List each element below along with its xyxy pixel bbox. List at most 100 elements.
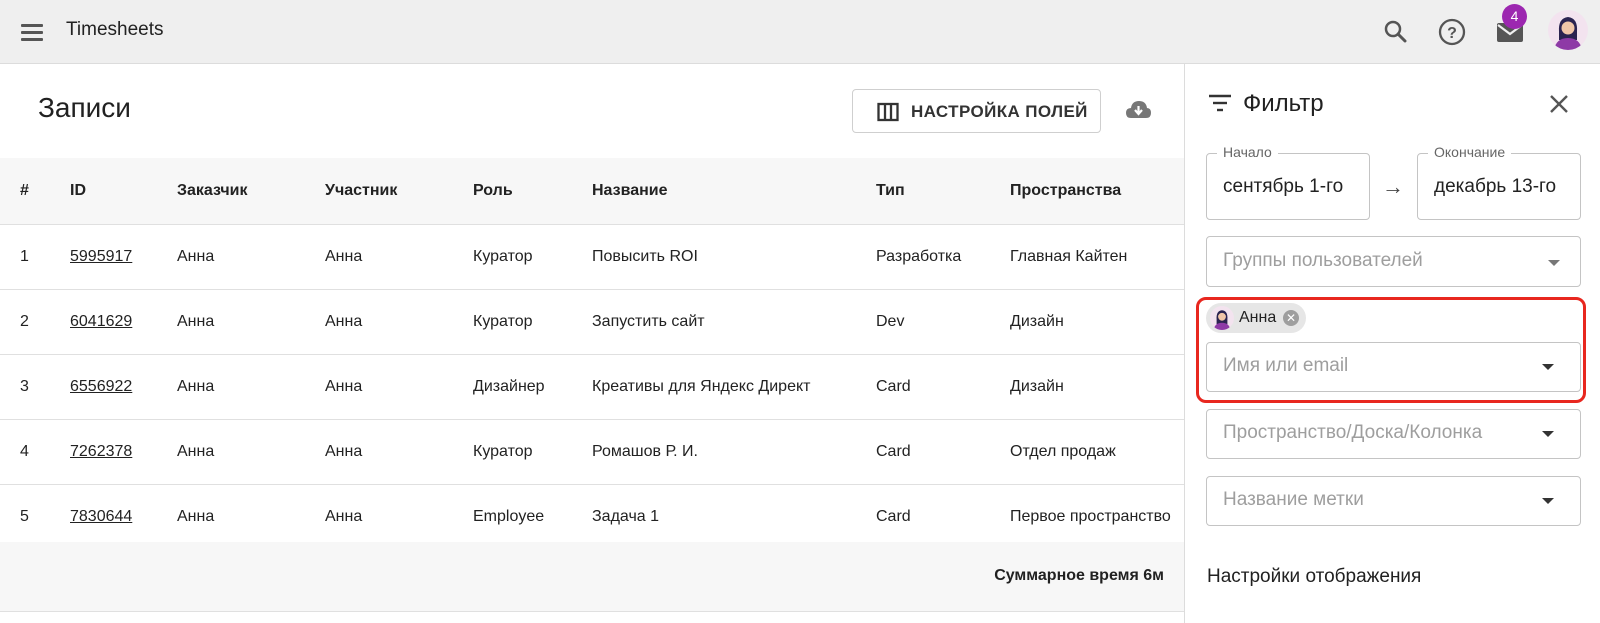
cell-id: 6556922 [70, 354, 177, 420]
column-header-participant[interactable]: Участник [325, 158, 473, 225]
column-header-type[interactable]: Тип [876, 158, 1010, 225]
total-time: Суммарное время 6м [994, 567, 1164, 584]
cell-name: Ромашов Р. И. [592, 419, 876, 485]
start-date-field[interactable]: Начало сентябрь 1-го [1206, 144, 1370, 220]
field-settings-button[interactable]: НАСТРОЙКА ПОЛЕЙ [852, 89, 1101, 133]
cell-participant: Анна [325, 289, 473, 355]
hamburger-menu-icon[interactable] [18, 18, 46, 46]
selected-user-chip[interactable]: Анна ✕ [1206, 303, 1306, 333]
notification-badge: 4 [1502, 4, 1527, 29]
search-icon[interactable] [1378, 14, 1414, 50]
cell-spaces: Дизайн [1010, 354, 1184, 420]
cell-name: Повысить ROI [592, 224, 876, 290]
cell-role: Employee [473, 484, 592, 550]
table-row[interactable]: 4 7262378 Анна Анна Куратор Ромашов Р. И… [0, 419, 1184, 485]
app-bar: Timesheets ? 4 [0, 0, 1600, 64]
user-groups-placeholder: Группы пользователей [1223, 250, 1423, 271]
cell-name: Запустить сайт [592, 289, 876, 355]
cell-id: 5995917 [70, 224, 177, 290]
cell-spaces: Первое пространство [1010, 484, 1184, 550]
record-id-link[interactable]: 6556922 [70, 378, 132, 395]
chevron-down-icon [1542, 498, 1554, 504]
cell-participant: Анна [325, 484, 473, 550]
column-header-id[interactable]: ID [70, 158, 177, 225]
arrow-right-icon: → [1382, 174, 1404, 199]
cell-customer: Анна [177, 484, 325, 550]
cell-name: Задача 1 [592, 484, 876, 550]
display-settings-heading: Настройки отображения [1207, 566, 1422, 587]
table-row[interactable]: 1 5995917 Анна Анна Куратор Повысить ROI… [0, 224, 1184, 290]
tag-placeholder: Название метки [1223, 489, 1364, 510]
tag-name-select[interactable]: Название метки [1206, 476, 1581, 526]
cell-type: Card [876, 484, 1010, 550]
end-date-field[interactable]: Окончание декабрь 13-го [1417, 144, 1581, 220]
cell-role: Дизайнер [473, 354, 592, 420]
cell-spaces: Дизайн [1010, 289, 1184, 355]
space-placeholder: Пространство/Доска/Колонка [1223, 422, 1483, 443]
column-header-customer[interactable]: Заказчик [177, 158, 325, 225]
cell-participant: Анна [325, 419, 473, 485]
table-row[interactable]: 2 6041629 Анна Анна Куратор Запустить са… [0, 289, 1184, 355]
cell-number: 5 [0, 484, 70, 550]
start-date-label: Начало [1217, 144, 1278, 160]
cell-number: 2 [0, 289, 70, 355]
column-header-spaces[interactable]: Пространства [1010, 158, 1184, 225]
cloud-download-icon[interactable] [1124, 96, 1152, 124]
table-row[interactable]: 5 7830644 Анна Анна Employee Задача 1 Ca… [0, 484, 1184, 550]
cell-number: 1 [0, 224, 70, 290]
table-header-row: # ID Заказчик Участник Роль Название Тип… [0, 158, 1184, 225]
chip-avatar [1210, 306, 1234, 330]
cell-type: Разработка [876, 224, 1010, 290]
chevron-down-icon [1548, 260, 1560, 266]
record-id-link[interactable]: 7830644 [70, 508, 132, 525]
user-search-placeholder: Имя или email [1223, 355, 1349, 376]
end-date-value: декабрь 13-го [1434, 176, 1557, 197]
cell-name: Креативы для Яндекс Директ [592, 354, 876, 420]
chevron-down-icon [1542, 431, 1554, 437]
records-view: Записи НАСТРОЙКА ПОЛЕЙ # ID Заказчик Уча… [0, 64, 1184, 623]
cell-type: Card [876, 419, 1010, 485]
cell-spaces: Главная Кайтен [1010, 224, 1184, 290]
table-row[interactable]: 3 6556922 Анна Анна Дизайнер Креативы дл… [0, 354, 1184, 420]
cell-number: 3 [0, 354, 70, 420]
user-groups-select[interactable]: Группы пользователей [1206, 236, 1581, 287]
close-icon[interactable] [1547, 92, 1571, 116]
cell-customer: Анна [177, 419, 325, 485]
remove-chip-icon[interactable]: ✕ [1283, 310, 1299, 326]
cell-type: Card [876, 354, 1010, 420]
chip-label: Анна [1239, 309, 1277, 326]
cell-id: 7830644 [70, 484, 177, 550]
cell-customer: Анна [177, 224, 325, 290]
page-title: Записи [38, 92, 131, 123]
columns-icon [877, 102, 899, 122]
cell-number: 4 [0, 419, 70, 485]
cell-customer: Анна [177, 354, 325, 420]
column-header-role[interactable]: Роль [473, 158, 592, 225]
space-board-column-select[interactable]: Пространство/Доска/Колонка [1206, 409, 1581, 459]
field-settings-label: НАСТРОЙКА ПОЛЕЙ [911, 102, 1088, 121]
cell-role: Куратор [473, 419, 592, 485]
total-time-bar: Суммарное время 6м [0, 542, 1184, 612]
user-avatar[interactable] [1548, 10, 1588, 50]
chevron-down-icon [1542, 364, 1554, 370]
cell-role: Куратор [473, 289, 592, 355]
cell-id: 7262378 [70, 419, 177, 485]
help-icon[interactable]: ? [1434, 14, 1470, 50]
column-header-number[interactable]: # [0, 158, 70, 225]
cell-customer: Анна [177, 289, 325, 355]
filter-title: Фильтр [1243, 90, 1324, 117]
user-search-select[interactable]: Имя или email [1206, 342, 1581, 392]
svg-text:?: ? [1447, 25, 1457, 42]
cell-type: Dev [876, 289, 1010, 355]
end-date-label: Окончание [1428, 144, 1512, 160]
column-header-name[interactable]: Название [592, 158, 876, 225]
record-id-link[interactable]: 7262378 [70, 443, 132, 460]
cell-participant: Анна [325, 354, 473, 420]
start-date-value: сентябрь 1-го [1223, 176, 1344, 197]
filter-panel: Фильтр Начало сентябрь 1-го → Окончание … [1184, 64, 1600, 623]
cell-id: 6041629 [70, 289, 177, 355]
record-id-link[interactable]: 5995917 [70, 248, 132, 265]
filter-icon [1209, 94, 1231, 112]
cell-role: Куратор [473, 224, 592, 290]
record-id-link[interactable]: 6041629 [70, 313, 132, 330]
